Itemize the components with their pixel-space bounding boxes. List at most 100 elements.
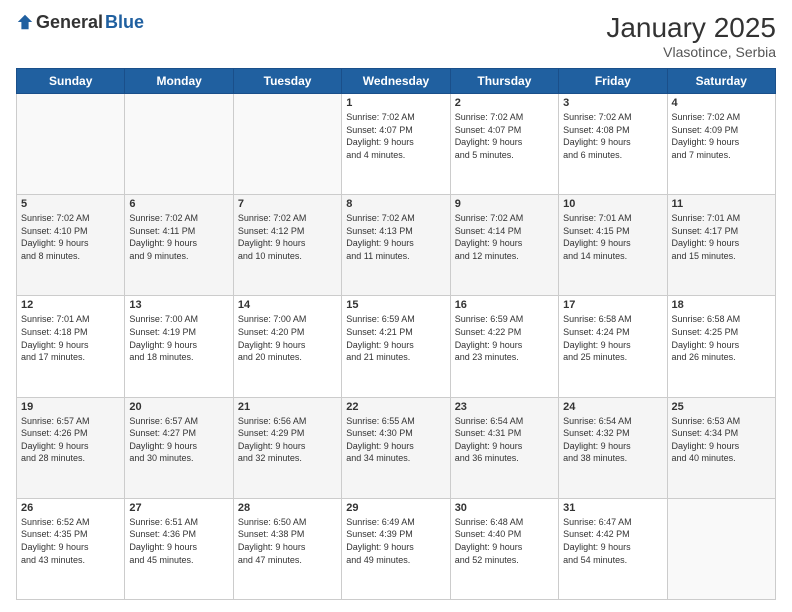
- day-info: Sunrise: 7:02 AM Sunset: 4:07 PM Dayligh…: [346, 111, 445, 161]
- logo: GeneralBlue: [16, 12, 144, 33]
- title-area: January 2025 Vlasotince, Serbia: [606, 12, 776, 60]
- day-number: 5: [21, 198, 120, 210]
- day-info: Sunrise: 6:58 AM Sunset: 4:24 PM Dayligh…: [563, 313, 662, 363]
- calendar-cell-w2d3: 15 Sunrise: 6:59 AM Sunset: 4:21 PM Dayli…: [342, 296, 450, 397]
- day-info: Sunrise: 7:01 AM Sunset: 4:17 PM Dayligh…: [672, 212, 771, 262]
- day-info: Sunrise: 6:55 AM Sunset: 4:30 PM Dayligh…: [346, 415, 445, 465]
- header-monday: Monday: [125, 69, 233, 94]
- header-sunday: Sunday: [17, 69, 125, 94]
- calendar-cell-w3d6: 25 Sunrise: 6:53 AM Sunset: 4:34 PM Dayli…: [667, 397, 775, 498]
- day-info: Sunrise: 6:51 AM Sunset: 4:36 PM Dayligh…: [129, 516, 228, 566]
- header-friday: Friday: [559, 69, 667, 94]
- day-info: Sunrise: 6:53 AM Sunset: 4:34 PM Dayligh…: [672, 415, 771, 465]
- day-info: Sunrise: 6:59 AM Sunset: 4:21 PM Dayligh…: [346, 313, 445, 363]
- calendar-cell-w1d2: 7Sunrise: 7:02 AM Sunset: 4:12 PM Daylig…: [233, 195, 341, 296]
- day-number: 22: [346, 401, 445, 413]
- calendar-cell-w0d2: [233, 94, 341, 195]
- day-number: 31: [563, 502, 662, 514]
- day-number: 23: [455, 401, 554, 413]
- calendar-cell-w2d5: 17 Sunrise: 6:58 AM Sunset: 4:24 PM Dayli…: [559, 296, 667, 397]
- calendar-week-2: 12 Sunrise: 7:01 AM Sunset: 4:18 PM Dayli…: [17, 296, 776, 397]
- day-number: 29: [346, 502, 445, 514]
- day-info: Sunrise: 7:00 AM Sunset: 4:20 PM Dayligh…: [238, 313, 337, 363]
- day-number: 7: [238, 198, 337, 210]
- calendar-cell-w3d0: 19Sunrise: 6:57 AM Sunset: 4:26 PM Dayli…: [17, 397, 125, 498]
- calendar-week-3: 19Sunrise: 6:57 AM Sunset: 4:26 PM Dayli…: [17, 397, 776, 498]
- day-info: Sunrise: 7:00 AM Sunset: 4:19 PM Dayligh…: [129, 313, 228, 363]
- calendar-cell-w4d1: 27 Sunrise: 6:51 AM Sunset: 4:36 PM Dayli…: [125, 498, 233, 599]
- day-info: Sunrise: 6:56 AM Sunset: 4:29 PM Dayligh…: [238, 415, 337, 465]
- calendar-week-4: 26 Sunrise: 6:52 AM Sunset: 4:35 PM Dayli…: [17, 498, 776, 599]
- day-number: 27: [129, 502, 228, 514]
- logo-icon: [16, 13, 34, 31]
- day-number: 18: [672, 299, 771, 311]
- calendar-cell-w4d4: 30Sunrise: 6:48 AM Sunset: 4:40 PM Dayli…: [450, 498, 558, 599]
- calendar-cell-w3d2: 21 Sunrise: 6:56 AM Sunset: 4:29 PM Dayli…: [233, 397, 341, 498]
- calendar-cell-w1d0: 5 Sunrise: 7:02 AM Sunset: 4:10 PM Daylig…: [17, 195, 125, 296]
- calendar-cell-w2d4: 16Sunrise: 6:59 AM Sunset: 4:22 PM Dayli…: [450, 296, 558, 397]
- day-number: 24: [563, 401, 662, 413]
- calendar-cell-w1d5: 10 Sunrise: 7:01 AM Sunset: 4:15 PM Dayli…: [559, 195, 667, 296]
- header-wednesday: Wednesday: [342, 69, 450, 94]
- day-number: 16: [455, 299, 554, 311]
- calendar-cell-w2d6: 18 Sunrise: 6:58 AM Sunset: 4:25 PM Dayli…: [667, 296, 775, 397]
- location-subtitle: Vlasotince, Serbia: [606, 44, 776, 60]
- calendar-cell-w1d3: 8Sunrise: 7:02 AM Sunset: 4:13 PM Daylig…: [342, 195, 450, 296]
- day-number: 3: [563, 97, 662, 109]
- calendar-cell-w0d5: 3 Sunrise: 7:02 AM Sunset: 4:08 PM Daylig…: [559, 94, 667, 195]
- calendar-cell-w2d0: 12 Sunrise: 7:01 AM Sunset: 4:18 PM Dayli…: [17, 296, 125, 397]
- day-info: Sunrise: 7:02 AM Sunset: 4:10 PM Dayligh…: [21, 212, 120, 262]
- day-info: Sunrise: 6:50 AM Sunset: 4:38 PM Dayligh…: [238, 516, 337, 566]
- day-info: Sunrise: 7:01 AM Sunset: 4:15 PM Dayligh…: [563, 212, 662, 262]
- day-number: 2: [455, 97, 554, 109]
- day-number: 25: [672, 401, 771, 413]
- calendar-cell-w4d2: 28Sunrise: 6:50 AM Sunset: 4:38 PM Dayli…: [233, 498, 341, 599]
- calendar-cell-w4d6: [667, 498, 775, 599]
- day-number: 19: [21, 401, 120, 413]
- day-number: 4: [672, 97, 771, 109]
- day-info: Sunrise: 6:58 AM Sunset: 4:25 PM Dayligh…: [672, 313, 771, 363]
- calendar-cell-w0d3: 1 Sunrise: 7:02 AM Sunset: 4:07 PM Daylig…: [342, 94, 450, 195]
- day-info: Sunrise: 6:47 AM Sunset: 4:42 PM Dayligh…: [563, 516, 662, 566]
- header-saturday: Saturday: [667, 69, 775, 94]
- calendar-cell-w0d0: [17, 94, 125, 195]
- day-info: Sunrise: 6:54 AM Sunset: 4:31 PM Dayligh…: [455, 415, 554, 465]
- day-number: 13: [129, 299, 228, 311]
- day-info: Sunrise: 7:02 AM Sunset: 4:08 PM Dayligh…: [563, 111, 662, 161]
- calendar-cell-w1d1: 6Sunrise: 7:02 AM Sunset: 4:11 PM Daylig…: [125, 195, 233, 296]
- calendar-cell-w2d2: 14 Sunrise: 7:00 AM Sunset: 4:20 PM Dayli…: [233, 296, 341, 397]
- day-info: Sunrise: 6:54 AM Sunset: 4:32 PM Dayligh…: [563, 415, 662, 465]
- day-number: 26: [21, 502, 120, 514]
- calendar-cell-w3d1: 20Sunrise: 6:57 AM Sunset: 4:27 PM Dayli…: [125, 397, 233, 498]
- calendar-cell-w4d5: 31 Sunrise: 6:47 AM Sunset: 4:42 PM Dayli…: [559, 498, 667, 599]
- day-number: 1: [346, 97, 445, 109]
- day-info: Sunrise: 7:01 AM Sunset: 4:18 PM Dayligh…: [21, 313, 120, 363]
- calendar-cell-w0d1: [125, 94, 233, 195]
- day-info: Sunrise: 7:02 AM Sunset: 4:11 PM Dayligh…: [129, 212, 228, 262]
- calendar-week-1: 5 Sunrise: 7:02 AM Sunset: 4:10 PM Daylig…: [17, 195, 776, 296]
- page: GeneralBlue January 2025 Vlasotince, Ser…: [0, 0, 792, 612]
- day-number: 14: [238, 299, 337, 311]
- day-number: 12: [21, 299, 120, 311]
- header-thursday: Thursday: [450, 69, 558, 94]
- header: GeneralBlue January 2025 Vlasotince, Ser…: [16, 12, 776, 60]
- day-number: 17: [563, 299, 662, 311]
- calendar-cell-w4d0: 26 Sunrise: 6:52 AM Sunset: 4:35 PM Dayli…: [17, 498, 125, 599]
- day-number: 8: [346, 198, 445, 210]
- calendar-cell-w1d6: 11Sunrise: 7:01 AM Sunset: 4:17 PM Dayli…: [667, 195, 775, 296]
- calendar-cell-w1d4: 9Sunrise: 7:02 AM Sunset: 4:14 PM Daylig…: [450, 195, 558, 296]
- day-number: 21: [238, 401, 337, 413]
- day-info: Sunrise: 6:48 AM Sunset: 4:40 PM Dayligh…: [455, 516, 554, 566]
- header-row: Sunday Monday Tuesday Wednesday Thursday…: [17, 69, 776, 94]
- day-number: 15: [346, 299, 445, 311]
- calendar-week-0: 1 Sunrise: 7:02 AM Sunset: 4:07 PM Daylig…: [17, 94, 776, 195]
- calendar-cell-w2d1: 13 Sunrise: 7:00 AM Sunset: 4:19 PM Dayli…: [125, 296, 233, 397]
- calendar-cell-w4d3: 29Sunrise: 6:49 AM Sunset: 4:39 PM Dayli…: [342, 498, 450, 599]
- day-info: Sunrise: 6:57 AM Sunset: 4:27 PM Dayligh…: [129, 415, 228, 465]
- day-number: 10: [563, 198, 662, 210]
- calendar-table: Sunday Monday Tuesday Wednesday Thursday…: [16, 68, 776, 600]
- logo-general-text: General: [36, 12, 103, 33]
- day-info: Sunrise: 6:52 AM Sunset: 4:35 PM Dayligh…: [21, 516, 120, 566]
- header-tuesday: Tuesday: [233, 69, 341, 94]
- calendar-cell-w3d5: 24 Sunrise: 6:54 AM Sunset: 4:32 PM Dayli…: [559, 397, 667, 498]
